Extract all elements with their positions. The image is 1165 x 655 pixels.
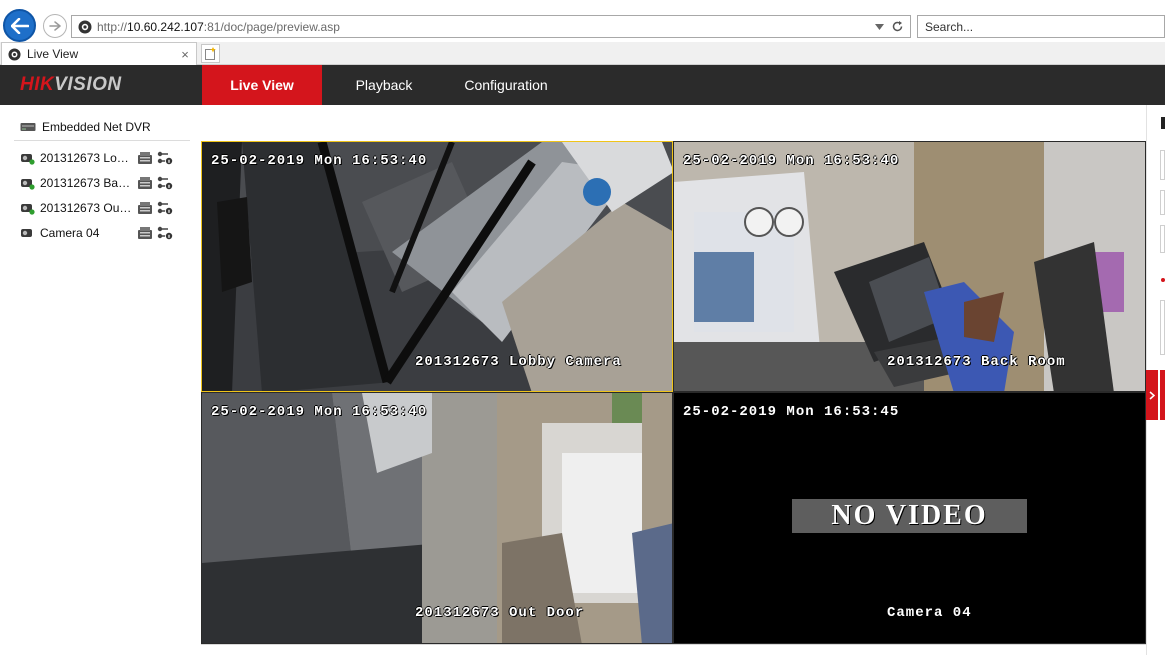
camera-label: 201312673 Back Room	[40, 176, 133, 190]
osd-camera-name: Camera 04	[887, 605, 972, 621]
osd-camera-name: 201312673 Back Room	[887, 354, 1066, 370]
tab-strip: Live View ×	[0, 42, 1165, 65]
osd-camera-name: 201312673 Lobby Camera	[415, 354, 622, 370]
url-host: 10.60.242.107	[127, 19, 204, 34]
osd-camera-name: 201312673 Out Door	[415, 605, 585, 621]
osd-timestamp: 25-02-2019 Mon 16:53:40	[211, 404, 428, 420]
toolbar-divider	[201, 644, 1146, 645]
dvr-icon	[20, 123, 36, 131]
arrow-right-icon	[49, 21, 61, 31]
camera-list-item[interactable]: 201312673 Back Room	[20, 173, 180, 193]
video-pane-4[interactable]: 25-02-2019 Mon 16:53:45 NO VIDEO Camera …	[673, 392, 1146, 644]
camera-icon	[21, 228, 32, 237]
channel-info-icon[interactable]	[157, 151, 173, 165]
divider	[14, 140, 190, 141]
channel-info-icon[interactable]	[157, 201, 173, 215]
device-sidebar: Embedded Net DVR 201312673 Lobby Camera …	[0, 105, 197, 655]
ptz-control-fragment	[1160, 150, 1165, 180]
panel-edge	[1160, 370, 1165, 420]
status-dot	[1161, 278, 1165, 282]
camera-list-item[interactable]: 201312673 Out Door	[20, 198, 180, 218]
osd-timestamp: 25-02-2019 Mon 16:53:45	[683, 404, 900, 420]
channel-info-icon[interactable]	[157, 176, 173, 190]
ptz-control-fragment	[1160, 190, 1165, 215]
tab-live-view[interactable]: Live View	[202, 65, 322, 105]
channel-info-icon[interactable]	[157, 226, 173, 240]
record-icon[interactable]	[137, 201, 153, 215]
ptz-control-fragment	[1160, 300, 1165, 355]
url-text: http://10.60.242.107:81/doc/page/preview…	[97, 20, 875, 34]
search-input[interactable]: Search...	[917, 15, 1165, 38]
record-icon[interactable]	[137, 226, 153, 240]
video-pane-2[interactable]: 25-02-2019 Mon 16:53:40 201312673 Back R…	[673, 141, 1146, 392]
camera-label: Camera 04	[40, 226, 100, 240]
tab-playback[interactable]: Playback	[334, 65, 434, 105]
address-bar[interactable]: http://10.60.242.107:81/doc/page/preview…	[71, 15, 911, 38]
camera-label: 201312673 Lobby Camera	[40, 151, 133, 165]
device-name: Embedded Net DVR	[42, 120, 151, 134]
url-path: :81/doc/page/preview.asp	[203, 19, 340, 34]
search-placeholder: Search...	[925, 19, 974, 34]
camera-favicon-icon	[8, 47, 21, 61]
url-prefix: http://	[97, 19, 128, 34]
no-video-message: NO VIDEO	[792, 499, 1027, 533]
back-button[interactable]	[3, 9, 36, 42]
camera-label: 201312673 Out Door	[40, 201, 133, 215]
dropdown-arrow-icon[interactable]	[875, 23, 884, 30]
video-pane-1[interactable]: 25-02-2019 Mon 16:53:40 201312673 Lobby …	[201, 141, 673, 392]
osd-timestamp: 25-02-2019 Mon 16:53:40	[211, 153, 428, 169]
hikvision-logo: HIKVISION	[20, 74, 122, 95]
expand-panel-button[interactable]	[1146, 370, 1158, 420]
arrow-left-icon	[10, 17, 29, 34]
camera-favicon-icon	[78, 20, 92, 33]
record-icon[interactable]	[137, 151, 153, 165]
forward-button[interactable]	[43, 14, 67, 38]
record-icon[interactable]	[137, 176, 153, 190]
app-header: HIKVISION Live View Playback Configurati…	[0, 65, 1165, 105]
osd-timestamp: 25-02-2019 Mon 16:53:40	[683, 153, 900, 169]
close-icon[interactable]: ×	[178, 47, 192, 62]
refresh-icon[interactable]	[891, 20, 904, 33]
panel-header-fragment	[1161, 117, 1165, 129]
camera-list-item[interactable]: 201312673 Lobby Camera	[20, 148, 180, 168]
device-node[interactable]: Embedded Net DVR	[20, 120, 151, 134]
camera-online-icon	[21, 178, 35, 190]
camera-online-icon	[21, 153, 35, 165]
new-tab-icon	[205, 47, 216, 60]
browser-tab-live-view[interactable]: Live View ×	[1, 42, 197, 65]
camera-online-icon	[21, 203, 35, 215]
ptz-control-fragment	[1160, 225, 1165, 253]
tab-configuration[interactable]: Configuration	[446, 65, 566, 105]
video-pane-3[interactable]: 25-02-2019 Mon 16:53:40 201312673 Out Do…	[201, 392, 673, 644]
camera-list-item[interactable]: Camera 04	[20, 223, 180, 243]
chevron-right-icon	[1149, 390, 1155, 400]
tab-title: Live View	[27, 47, 79, 61]
live-view-grid: 25-02-2019 Mon 16:53:40 201312673 Lobby …	[201, 141, 1146, 644]
new-tab-button[interactable]	[201, 44, 220, 63]
browser-toolbar: http://10.60.242.107:81/doc/page/preview…	[0, 0, 1165, 42]
